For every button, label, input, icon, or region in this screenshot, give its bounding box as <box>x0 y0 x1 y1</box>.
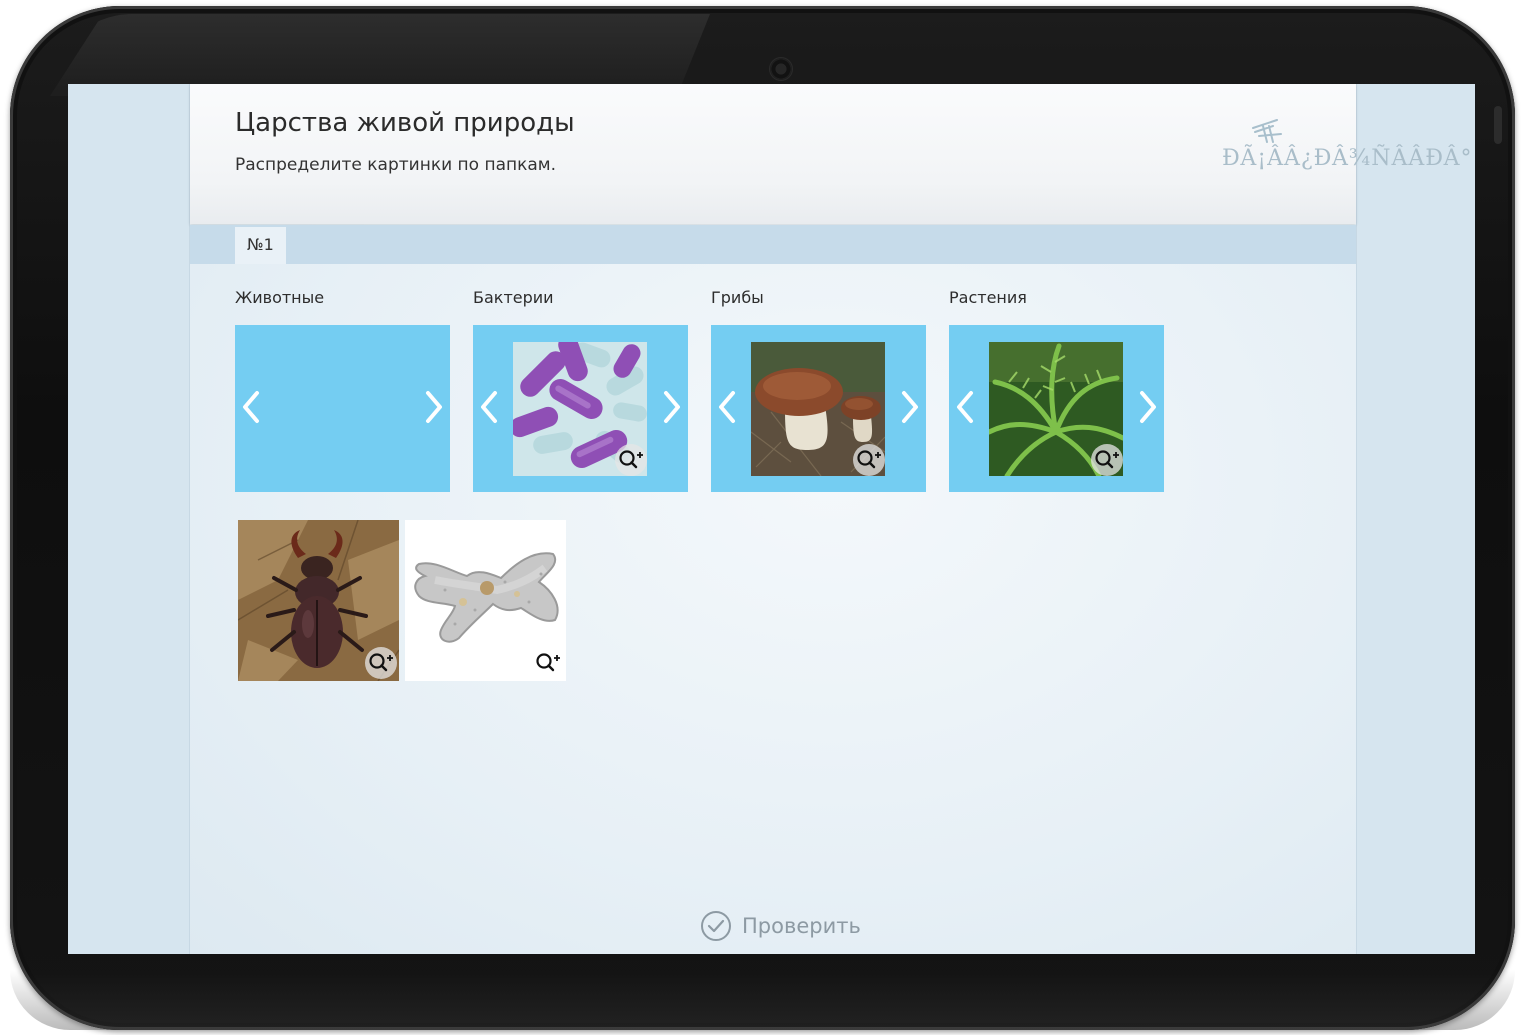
bacteria-photo[interactable] <box>513 342 647 476</box>
folder-next-button[interactable] <box>422 387 446 427</box>
folder-prev-button[interactable] <box>953 387 977 427</box>
zoom-in-icon <box>369 653 393 672</box>
instruction-text: Распределите картинки по папкам. <box>235 155 557 175</box>
folder-prev-button[interactable] <box>715 387 739 427</box>
fern-photo[interactable] <box>989 342 1123 476</box>
folder-fungi[interactable] <box>711 325 926 492</box>
zoom-button[interactable] <box>615 444 647 476</box>
chevron-left-icon <box>719 391 735 423</box>
chevron-left-icon <box>957 391 973 423</box>
check-button[interactable]: Проверить <box>700 910 861 942</box>
folder-bacteria[interactable] <box>473 325 688 492</box>
category-label-plants: Растения <box>949 288 1027 307</box>
chevron-right-icon <box>426 391 442 423</box>
header: Царства живой природы Распределите карти… <box>190 84 1472 224</box>
chevron-right-icon <box>902 391 918 423</box>
category-label-bacteria: Бактерии <box>473 288 554 307</box>
chevron-right-icon <box>664 391 680 423</box>
chevron-right-icon <box>1140 391 1156 423</box>
logo-icon <box>1252 119 1282 143</box>
camera-icon <box>770 58 792 80</box>
tab-bar: №1 <box>190 225 1356 264</box>
check-button-label: Проверить <box>742 914 861 938</box>
chevron-left-icon <box>481 391 497 423</box>
folder-prev-button[interactable] <box>239 387 263 427</box>
zoom-in-icon <box>857 450 881 469</box>
check-circle-icon <box>701 911 731 941</box>
zoom-button[interactable] <box>532 647 564 679</box>
folder-next-button[interactable] <box>898 387 922 427</box>
zoom-button[interactable] <box>853 444 885 476</box>
folder-next-button[interactable] <box>1136 387 1160 427</box>
draggable-card-stag-beetle[interactable] <box>238 520 399 681</box>
zoom-in-icon <box>1095 450 1119 469</box>
zoom-in-icon <box>619 450 643 469</box>
category-label-animals: Животные <box>235 288 325 307</box>
folder-next-button[interactable] <box>660 387 684 427</box>
draggable-card-amoeba[interactable] <box>405 520 566 681</box>
zoom-button[interactable] <box>1091 444 1123 476</box>
main-panel: Царства живой природы Распределите карти… <box>189 84 1472 954</box>
chevron-left-icon <box>243 391 259 423</box>
folder-plants[interactable] <box>949 325 1164 492</box>
mushroom-photo[interactable] <box>751 342 885 476</box>
side-button <box>1494 106 1502 144</box>
folder-animals[interactable] <box>235 325 450 492</box>
folder-prev-button[interactable] <box>477 387 501 427</box>
zoom-in-icon <box>536 653 560 672</box>
page-title: Царства живой природы <box>235 108 575 138</box>
tab-1[interactable]: №1 <box>235 227 286 264</box>
publisher-logo: ÐÃ¡ÂÂ¿ÐÂ¾ÑÂÂÐÂ° <box>1222 114 1472 174</box>
screen: Царства живой природы Распределите карти… <box>68 84 1475 954</box>
zoom-button[interactable] <box>365 647 397 679</box>
category-label-fungi: Грибы <box>711 288 764 307</box>
